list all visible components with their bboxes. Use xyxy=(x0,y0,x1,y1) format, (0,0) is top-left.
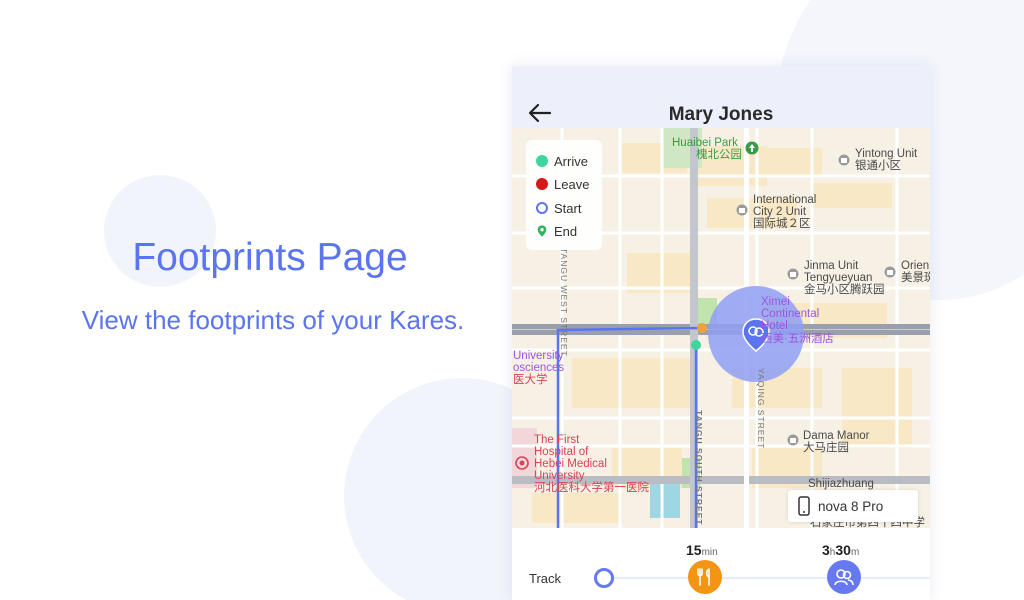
legend-label: End xyxy=(554,223,578,239)
legend-item-leave: Leave xyxy=(536,175,589,193)
promo-subtitle: View the footprints of your Kares. xyxy=(81,305,465,335)
poi-label: Continental xyxy=(761,308,820,320)
poi-label: 银通小区 xyxy=(855,160,901,172)
poi-label: The First xyxy=(534,434,580,446)
residential-icon xyxy=(787,268,799,280)
poi-label: Jinma Unit xyxy=(804,260,859,272)
residential-icon xyxy=(838,154,850,166)
hospital-icon xyxy=(515,456,529,470)
street-label: TANGU WEST STREET xyxy=(559,248,569,357)
start-ring-icon xyxy=(536,202,548,214)
legend-item-start: Start xyxy=(536,199,581,217)
screen: Footprints Page View the footprints of y… xyxy=(0,0,1024,600)
legend-label: Arrive xyxy=(554,153,588,169)
legend-label: Start xyxy=(554,200,582,216)
park-icon xyxy=(745,141,759,155)
poi-label: 大马庄园 xyxy=(803,442,849,454)
poi-label: Tengyueyuan xyxy=(804,272,873,284)
poi-label: 国际城２区 xyxy=(753,218,811,230)
poi-label: 金马小区腾跃园 xyxy=(804,284,885,296)
map-view[interactable]: Huaibei Park 槐北公园 Yintong Unit 银通小区 Inte… xyxy=(512,128,930,528)
residential-icon xyxy=(736,204,748,216)
poi-label: Hotel xyxy=(761,320,788,332)
arrive-dot-icon xyxy=(536,155,548,167)
poi-label: Shijiazhuang xyxy=(808,478,874,490)
legend-item-arrive: Arrive xyxy=(536,152,588,170)
poi-label: 西美·五洲酒店 xyxy=(761,333,834,345)
leave-dot-icon xyxy=(536,178,548,190)
poi-label: University xyxy=(513,350,564,362)
poi-label: Yintong Unit xyxy=(855,148,918,160)
poi-label: 美景斑 xyxy=(901,272,930,284)
street-label: TANGU SOUTH STREET xyxy=(694,410,704,526)
poi-label: 河北医科大学第一医院 xyxy=(534,482,649,494)
poi-label: 医大学 xyxy=(513,374,548,386)
map-legend: Arrive Leave Start End xyxy=(526,140,602,250)
poi-label: University xyxy=(534,470,585,482)
duration-unit: m xyxy=(850,547,860,558)
poi-label: osciences xyxy=(513,362,565,374)
poi-label: Ximei xyxy=(761,296,790,308)
poi-label: International xyxy=(753,194,817,206)
page-title: Mary Jones xyxy=(668,104,774,125)
device-name: nova 8 Pro xyxy=(818,498,884,514)
poi-label: 槐北公园 xyxy=(696,149,742,161)
legend-item-end: End xyxy=(536,222,577,240)
phone-screen: Mary Jones Huaibei Park 槐北公园 Yintong Uni… xyxy=(512,66,930,600)
phone-icon xyxy=(798,496,810,516)
timeline-line xyxy=(604,577,930,579)
poi-label: Huaibei Park xyxy=(672,137,738,149)
utensils-icon xyxy=(697,568,710,586)
duration-unit: min xyxy=(701,547,718,558)
stop-duration: 3h30m xyxy=(822,542,859,558)
poi-label: City 2 Unit xyxy=(753,206,807,218)
track-food-node[interactable] xyxy=(688,560,722,594)
stop-duration: 15min xyxy=(686,542,718,558)
residential-icon xyxy=(787,434,799,446)
track-panel: Track 15min 3h30m xyxy=(512,528,930,600)
duration-value: 30 xyxy=(835,542,851,558)
app-header: Mary Jones xyxy=(512,66,930,128)
device-selector[interactable]: nova 8 Pro xyxy=(788,490,918,522)
duration-value: 3 xyxy=(822,542,830,558)
poi-label: Hospital of xyxy=(534,446,589,458)
street-label: YAQING STREET xyxy=(756,368,766,450)
poi-label: Hebei Medical xyxy=(534,458,607,470)
poi-label: Dama Manor xyxy=(803,430,870,442)
end-pin-legend-icon xyxy=(537,225,547,237)
track-label: Track xyxy=(529,571,562,586)
kare-icon xyxy=(834,569,854,586)
promo-title: Footprints Page xyxy=(132,236,408,279)
poi-label: Orien xyxy=(901,260,930,272)
track-kare-node[interactable] xyxy=(827,560,861,594)
track-start-node[interactable] xyxy=(594,568,614,588)
legend-label: Leave xyxy=(554,176,590,192)
duration-value: 15 xyxy=(686,542,702,558)
residential-icon xyxy=(884,266,896,278)
